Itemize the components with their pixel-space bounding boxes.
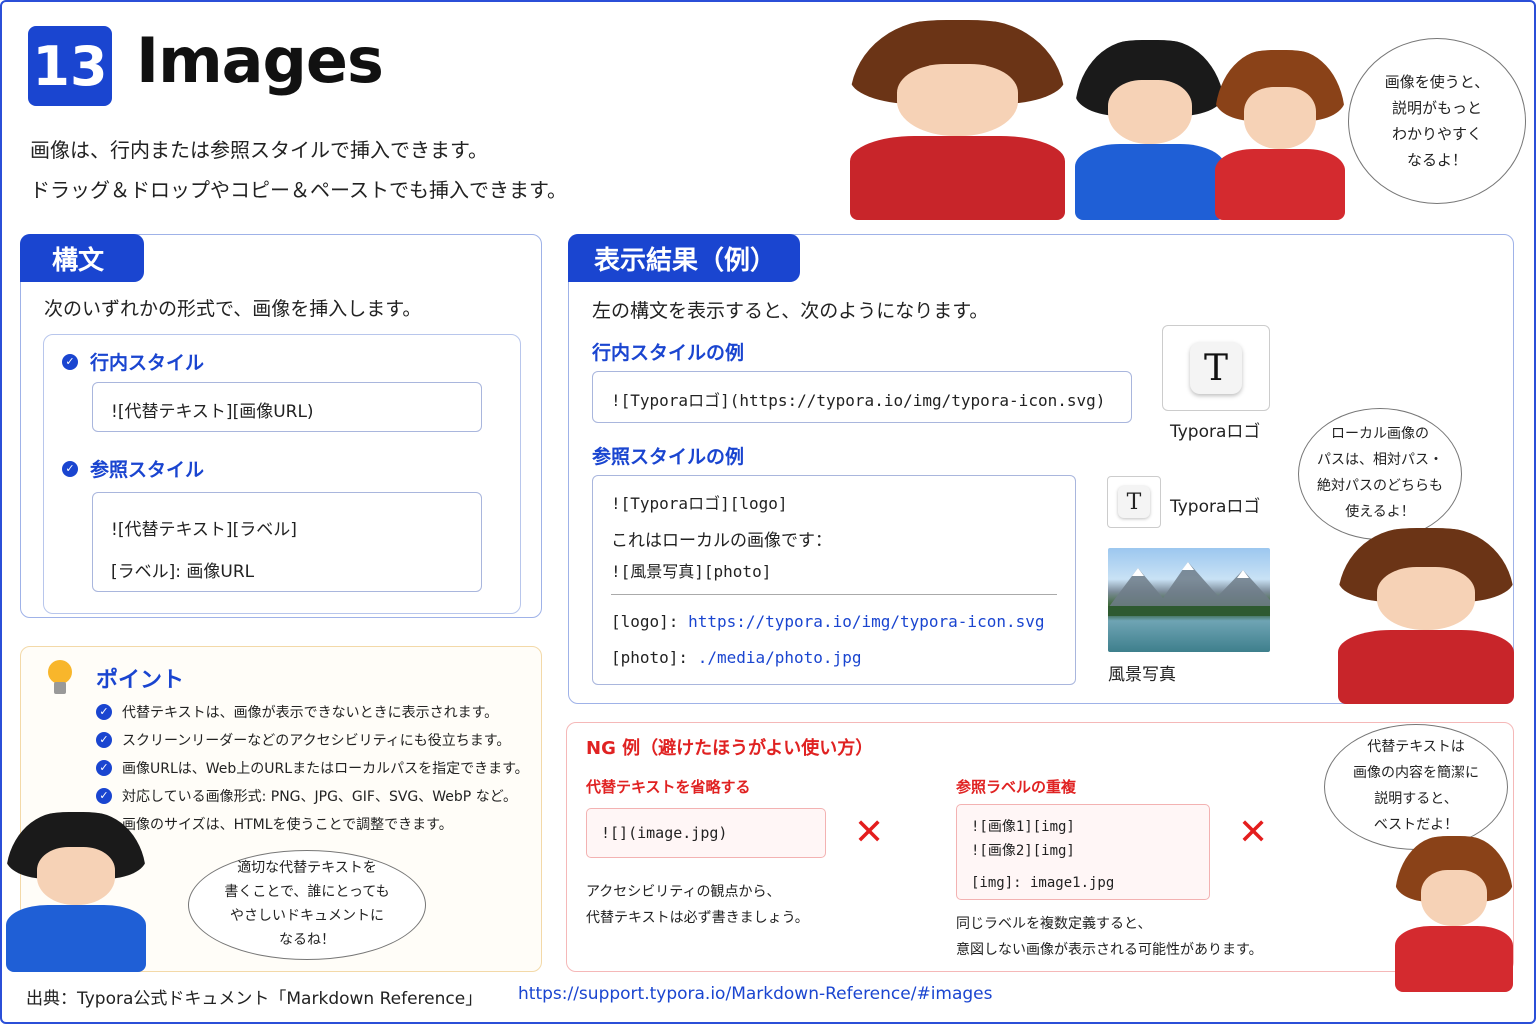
result-inline-code: ![Typoraロゴ](https://typora.io/img/typora… — [592, 371, 1132, 423]
typora-logo-large: T — [1162, 325, 1270, 411]
typora-icon: T — [1190, 342, 1242, 394]
point-item: ✓ 画像URLは、Web上のURLまたはローカルパスを指定できます。 — [96, 754, 529, 782]
syntax-inline-code: ![代替テキスト][画像URL) — [92, 382, 482, 432]
result-ref-code: ![Typoraロゴ][logo] これはローカルの画像です： ![風景写真][… — [592, 475, 1076, 685]
point-item: ✓ スクリーンリーダーなどのアクセシビリティにも役立ちます。 — [96, 726, 529, 754]
section-number-badge: 13 — [28, 26, 112, 106]
footer-source: 出典：Typora公式ドキュメント「Markdown Reference」 — [26, 989, 483, 1009]
character-boy-fist — [6, 812, 146, 972]
point-item: ✓画像のサイズは、HTMLを使うことで調整できます。 — [96, 810, 529, 838]
ng-right-note: 同じラベルを複数定義すると、 意図しない画像が表示される可能性があります。 — [956, 916, 1263, 958]
result-inline-heading: 行内スタイルの例 — [592, 342, 745, 364]
photo-caption: 風景写真 — [1108, 665, 1176, 685]
character-girl-thinking — [1395, 836, 1513, 992]
point-list: ✓ 代替テキストは、画像が表示できないときに表示されます。 ✓ スクリーンリーダーな… — [96, 698, 529, 838]
ng-left-title: 代替テキストを省略する — [586, 778, 751, 796]
point-title: ポイント — [96, 668, 185, 693]
check-icon: ✓ — [96, 788, 112, 804]
syntax-inline-heading: ✓ 行内スタイル — [62, 348, 204, 375]
footer-url-link[interactable]: https://support.typora.io/Markdown-Refer… — [518, 984, 993, 1004]
ng-right-title: 参照ラベルの重複 — [956, 778, 1077, 796]
typora-logo-small: T — [1107, 476, 1161, 528]
result-tab: 表示結果（例） — [568, 234, 800, 282]
page-title: Images — [136, 24, 384, 97]
syntax-ref-code: ![代替テキスト][ラベル] [ラベル]: 画像URL — [92, 492, 482, 592]
x-mark-icon: ✕ — [854, 812, 885, 853]
result-lead: 左の構文を表示すると、次のようになります。 — [592, 300, 989, 322]
character-boy-pointing — [1338, 528, 1514, 704]
check-icon: ✓ — [62, 460, 78, 477]
ng-right-code: ![画像1][img] ![画像2][img] [img]: image1.jpg — [956, 804, 1210, 900]
speech-bubble-point: 適切な代替テキストを 書くことで、誰にとっても やさしいドキュメントに なるね！ — [188, 850, 426, 960]
typora-logo-small-caption: Typoraロゴ — [1170, 497, 1261, 517]
typora-icon: T — [1118, 486, 1150, 518]
photo-path-link[interactable]: ./media/photo.jpg — [698, 648, 862, 667]
mountain-shapes — [1108, 562, 1270, 616]
check-icon: ✓ — [96, 732, 112, 748]
speech-bubble-top: 画像を使うと、 説明がもっと わかりやすく なるよ！ — [1348, 38, 1526, 204]
intro-line-2: ドラッグ＆ドロップやコピー＆ペーストでも挿入できます。 — [30, 178, 567, 202]
speech-bubble-path: ローカル画像の パスは、相対パス・ 絶対パスのどちらも 使えるよ！ — [1298, 408, 1462, 540]
check-icon: ✓ — [62, 353, 78, 370]
check-icon: ✓ — [96, 704, 112, 720]
x-mark-icon: ✕ — [1238, 812, 1269, 853]
character-boy-blue-shirt — [1075, 40, 1225, 220]
ng-title: NG 例（避けたほうがよい使い方） — [586, 738, 874, 759]
lightbulb-icon — [44, 660, 76, 700]
ng-left-code: ![](image.jpg) — [586, 808, 826, 858]
syntax-lead: 次のいずれかの形式で、画像を挿入します。 — [44, 298, 422, 320]
result-ref-heading: 参照スタイルの例 — [592, 446, 745, 468]
speech-bubble-ng: 代替テキストは 画像の内容を簡潔に 説明すると、 ベストだよ！ — [1324, 724, 1508, 850]
logo-url-link[interactable]: https://typora.io/img/typora-icon.svg — [688, 612, 1044, 631]
intro-line-1: 画像は、行内または参照スタイルで挿入できます。 — [30, 138, 488, 162]
check-icon: ✓ — [96, 760, 112, 776]
point-item: ✓ 代替テキストは、画像が表示できないときに表示されます。 — [96, 698, 529, 726]
typora-logo-caption: Typoraロゴ — [1170, 422, 1261, 442]
character-boy-red-jacket — [850, 20, 1065, 220]
syntax-tab: 構文 — [20, 234, 144, 282]
landscape-photo — [1108, 548, 1270, 652]
ng-left-note: アクセシビリティの観点から、 代替テキストは必ず書きましょう。 — [586, 884, 809, 926]
character-girl-red-shirt — [1215, 50, 1345, 220]
point-item: ✓ 対応している画像形式: PNG、JPG、GIF、SVG、WebP など。 — [96, 782, 529, 810]
syntax-ref-heading: ✓ 参照スタイル — [62, 455, 204, 482]
